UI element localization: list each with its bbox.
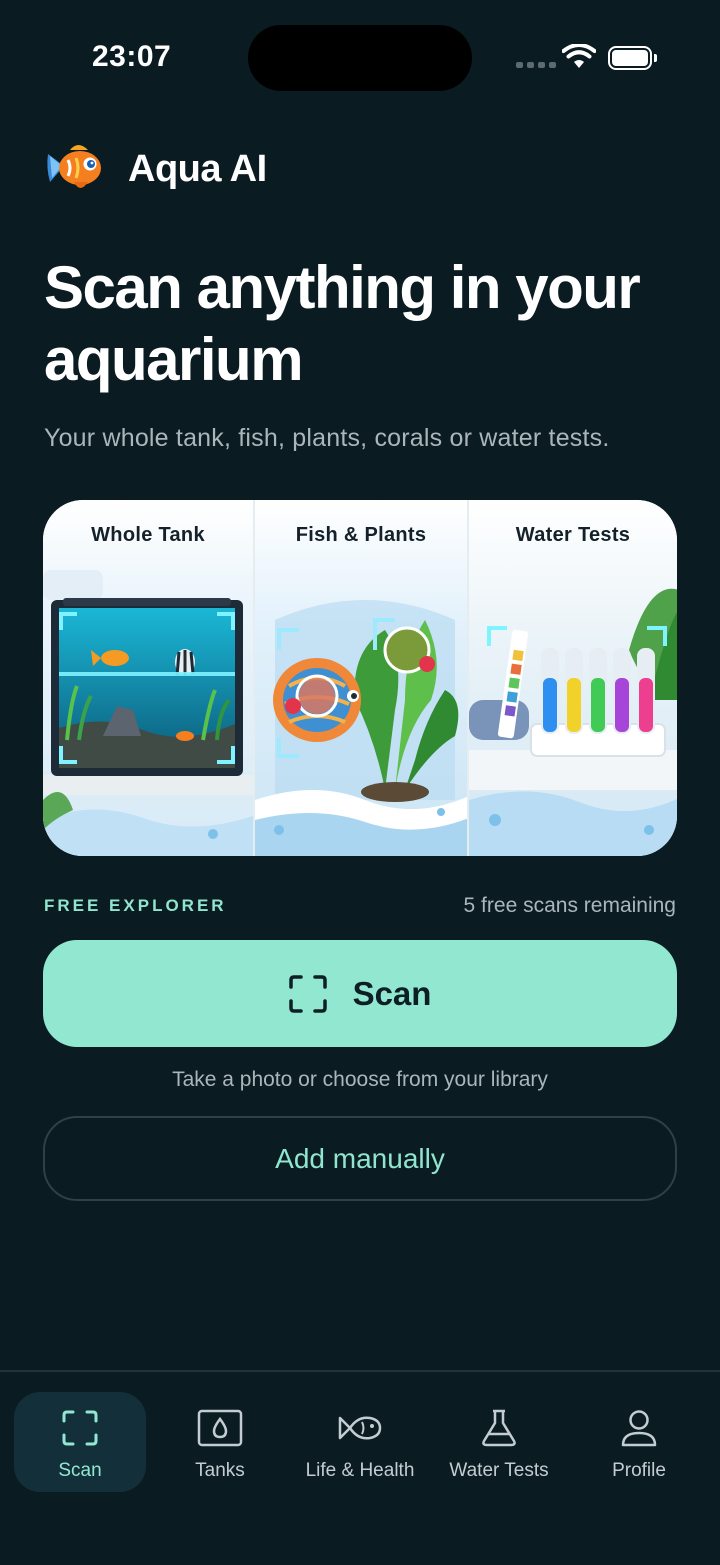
category-label: Fish & Plants xyxy=(295,524,427,546)
bottom-tab-bar: Scan Tanks Life & Health Water Tests Pro… xyxy=(0,1370,720,1565)
category-fish-and-plants[interactable]: Fish & Plants xyxy=(253,500,467,856)
battery-icon xyxy=(608,46,657,70)
tab-label: Scan xyxy=(58,1460,102,1481)
page-subtitle: Your whole tank, fish, plants, corals or… xyxy=(44,424,610,452)
cellular-signal-icon xyxy=(516,62,556,68)
scan-categories-card: Whole Tank Fish & Plants Water Tests xyxy=(43,500,677,856)
fish-and-plant-illustration xyxy=(255,500,467,856)
test-tubes-illustration xyxy=(469,500,677,856)
status-time: 23:07 xyxy=(92,40,172,73)
wifi-icon xyxy=(562,44,596,68)
person-icon xyxy=(621,1410,657,1447)
tab-label: Profile xyxy=(612,1460,666,1481)
fish-icon xyxy=(338,1416,382,1440)
scans-remaining: 5 free scans remaining xyxy=(463,894,676,917)
tab-scan[interactable]: Scan xyxy=(14,1392,146,1492)
tab-water-tests[interactable]: Water Tests xyxy=(433,1392,565,1492)
flask-icon xyxy=(482,1409,516,1447)
category-label: Water Tests xyxy=(515,524,631,546)
tab-label: Tanks xyxy=(195,1460,245,1481)
scan-frame-icon xyxy=(288,974,327,1013)
add-manually-button[interactable]: Add manually xyxy=(43,1116,677,1201)
status-bar: 23:07 xyxy=(0,0,720,110)
aquarium-tank-illustration xyxy=(43,500,253,856)
goldfish-logo-icon xyxy=(47,145,101,188)
category-water-tests[interactable]: Water Tests xyxy=(467,500,677,856)
tab-label: Water Tests xyxy=(449,1460,549,1481)
brand-header: Aqua AI xyxy=(44,138,267,200)
tab-label: Life & Health xyxy=(305,1460,415,1481)
scan-button[interactable]: Scan xyxy=(43,940,677,1047)
tab-profile[interactable]: Profile xyxy=(573,1392,705,1492)
tab-life-health[interactable]: Life & Health xyxy=(294,1392,426,1492)
scan-hint: Take a photo or choose from your library xyxy=(172,1068,548,1091)
tab-tanks[interactable]: Tanks xyxy=(154,1392,286,1492)
category-whole-tank[interactable]: Whole Tank xyxy=(43,500,253,856)
app-name: Aqua AI xyxy=(128,147,267,190)
category-label: Whole Tank xyxy=(91,524,205,546)
add-manually-label: Add manually xyxy=(275,1142,445,1174)
tank-drop-icon xyxy=(197,1409,243,1447)
plan-label: FREE EXPLORER xyxy=(44,896,227,915)
scan-button-label: Scan xyxy=(352,974,432,1012)
scan-frame-icon xyxy=(62,1410,98,1446)
dynamic-island xyxy=(248,25,472,91)
page-headline: Scan anything in your aquarium xyxy=(44,254,641,393)
